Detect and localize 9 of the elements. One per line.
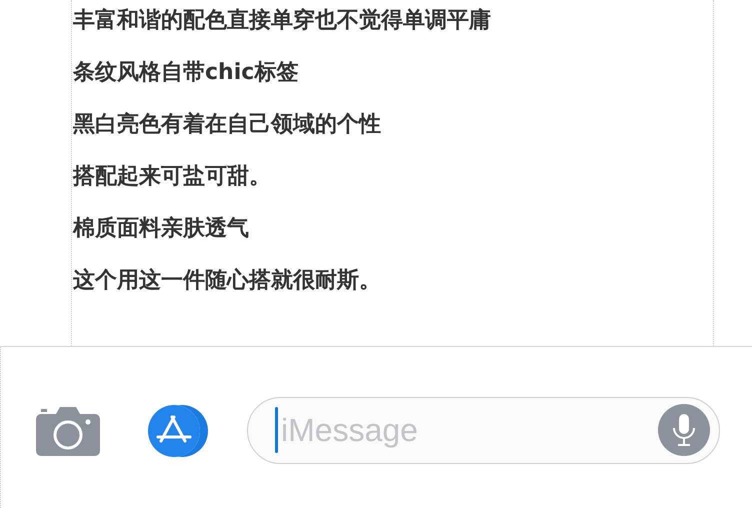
article-line: 这个用这一件随心搭就很耐斯。: [72, 266, 382, 295]
article-line: 丰富和谐的配色直接单穿也不觉得单调平庸: [72, 6, 492, 35]
camera-icon[interactable]: [36, 406, 100, 456]
microphone-icon[interactable]: [658, 404, 710, 456]
article-line: 黑白亮色有着在自己领域的个性: [72, 110, 382, 139]
article-line: 条纹风格自带chic标签: [72, 59, 300, 87]
article-line: 搭配起来可盐可甜。: [72, 163, 272, 191]
article-line: 棉质面料亲肤透气: [72, 215, 250, 243]
text-cursor: [275, 407, 278, 453]
